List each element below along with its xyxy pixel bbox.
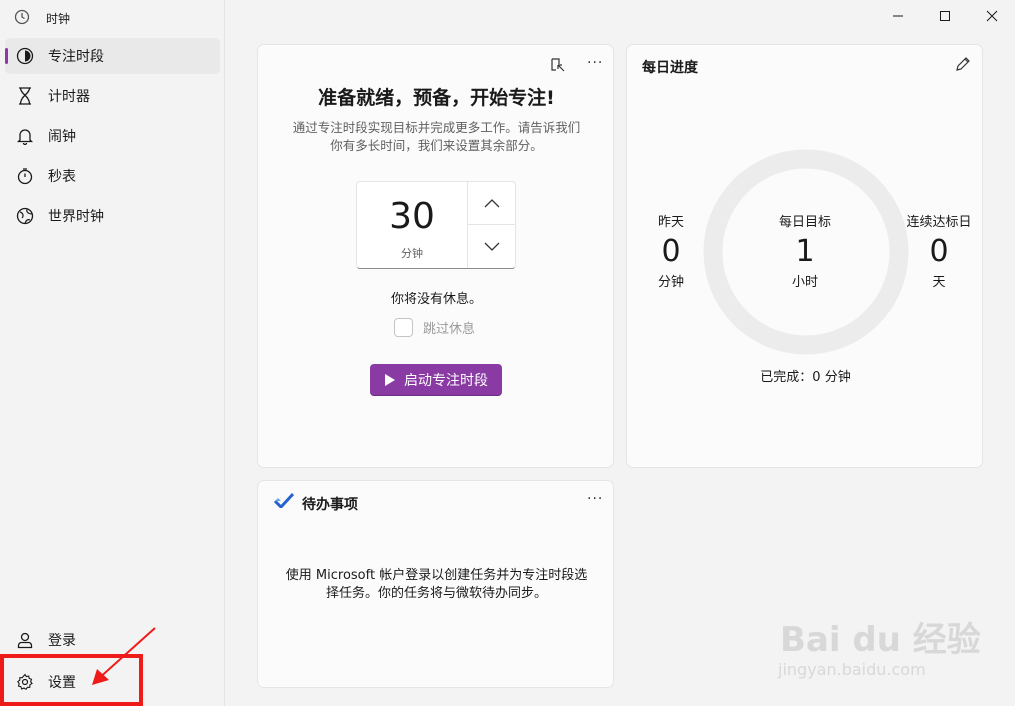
todo-message: 使用 Microsoft 帐户登录以创建任务并为专注时段选 择任务。你的任务将与… (258, 567, 615, 603)
todo-title: 待办事项 (302, 497, 358, 513)
start-focus-button[interactable]: 启动专注时段 (370, 364, 502, 396)
nav-label-stopwatch: 秒表 (48, 169, 76, 185)
skip-break-checkbox[interactable] (394, 318, 413, 337)
daily-progress-title: 每日进度 (642, 60, 698, 76)
focus-icon (15, 46, 35, 66)
nav-item-focus[interactable]: 专注时段 (5, 38, 220, 74)
yesterday-stat: 昨天 0 分钟 (641, 211, 701, 290)
todo-card: 待办事项 ··· 使用 Microsoft 帐户登录以创建任务并为专注时段选 择… (257, 480, 614, 688)
more-options-icon[interactable]: ··· (587, 55, 603, 71)
focus-session-card: ··· 准备就绪，预备，开始专注! 通过专注时段实现目标并完成更多工作。请告诉我… (257, 44, 614, 468)
streak-stat: 连续达标日 0 天 (899, 211, 979, 290)
annotation-arrow (92, 627, 156, 685)
compact-overlay-icon[interactable] (550, 57, 566, 77)
minutes-value: 30 (389, 196, 435, 237)
daily-progress-card: 每日进度 昨天 0 分钟 每日目标 1 小时 连续达标日 0 天 已完成：0 分… (626, 44, 983, 468)
nav-label-world-clock: 世界时钟 (48, 209, 104, 225)
streak-value: 0 (929, 234, 949, 269)
play-icon (385, 373, 395, 386)
chevron-down-icon (484, 242, 500, 251)
focus-description: 通过专注时段实现目标并完成更多工作。请告诉我们 你有多长时间，我们来设置其余部分… (258, 119, 615, 155)
nav-item-alarm[interactable]: 闹钟 (5, 118, 220, 154)
todo-more-options-icon[interactable]: ··· (587, 491, 603, 507)
watermark-brand: Bai du 经验 (780, 620, 981, 660)
sidebar: 时钟 专注时段 计时器 闹钟 秒表 世界时钟 登录 设置 (0, 0, 225, 706)
decrease-button[interactable] (468, 225, 516, 268)
nav-label-sign-in: 登录 (48, 633, 76, 649)
minutes-display[interactable]: 30 分钟 (357, 182, 467, 268)
globe-icon (15, 206, 35, 226)
clock-app-icon (14, 9, 30, 28)
focus-description-line1: 通过专注时段实现目标并完成更多工作。请告诉我们 (292, 120, 581, 135)
minimize-button[interactable] (875, 0, 921, 32)
nav-label-focus: 专注时段 (48, 49, 104, 65)
nav-label-timer: 计时器 (48, 89, 90, 105)
start-focus-label: 启动专注时段 (404, 372, 488, 389)
nav-item-world-clock[interactable]: 世界时钟 (5, 198, 220, 234)
completed-text: 已完成：0 分钟 (760, 370, 851, 385)
close-button[interactable] (969, 0, 1015, 32)
todo-message-line1: 使用 Microsoft 帐户登录以创建任务并为专注时段选 (285, 568, 588, 583)
minutes-unit: 分钟 (401, 247, 423, 260)
watermark-url: jingyan.baidu.com (778, 660, 926, 679)
focus-heading: 准备就绪，预备，开始专注! (318, 87, 555, 109)
minimize-icon (893, 15, 903, 17)
nav-item-timer[interactable]: 计时器 (5, 78, 220, 114)
person-icon (15, 630, 35, 650)
daily-goal-value: 1 (795, 234, 815, 269)
daily-goal-label: 每日目标 (778, 215, 831, 230)
nav-item-stopwatch[interactable]: 秒表 (5, 158, 220, 194)
skip-break-option[interactable]: 跳过休息 (394, 318, 475, 337)
minutes-stepper[interactable]: 30 分钟 (356, 181, 516, 269)
todo-message-line2: 择任务。你的任务将与微软待办同步。 (325, 586, 547, 601)
no-break-text: 你将没有休息。 (390, 292, 482, 307)
stopwatch-icon (15, 166, 35, 186)
daily-goal-unit: 小时 (791, 275, 818, 290)
close-icon (986, 10, 998, 22)
yesterday-value: 0 (661, 234, 681, 269)
hourglass-icon (15, 86, 35, 106)
chevron-up-icon (484, 199, 500, 208)
focus-description-line2: 你有多长时间，我们来设置其余部分。 (330, 138, 543, 153)
todo-checkmark-icon (273, 492, 295, 512)
app-title: 时钟 (46, 11, 71, 26)
daily-goal-stat: 每日目标 1 小时 (755, 211, 855, 290)
streak-unit: 天 (932, 275, 946, 290)
maximize-icon (940, 11, 950, 21)
edit-icon[interactable] (955, 56, 971, 76)
maximize-button[interactable] (922, 0, 968, 32)
bell-icon (15, 126, 35, 146)
skip-break-label: 跳过休息 (423, 322, 476, 337)
yesterday-label: 昨天 (657, 215, 684, 230)
increase-button[interactable] (468, 182, 516, 225)
streak-label: 连续达标日 (906, 215, 972, 230)
nav-label-alarm: 闹钟 (48, 129, 76, 145)
yesterday-unit: 分钟 (657, 275, 684, 290)
app-title-bar: 时钟 (14, 6, 70, 30)
